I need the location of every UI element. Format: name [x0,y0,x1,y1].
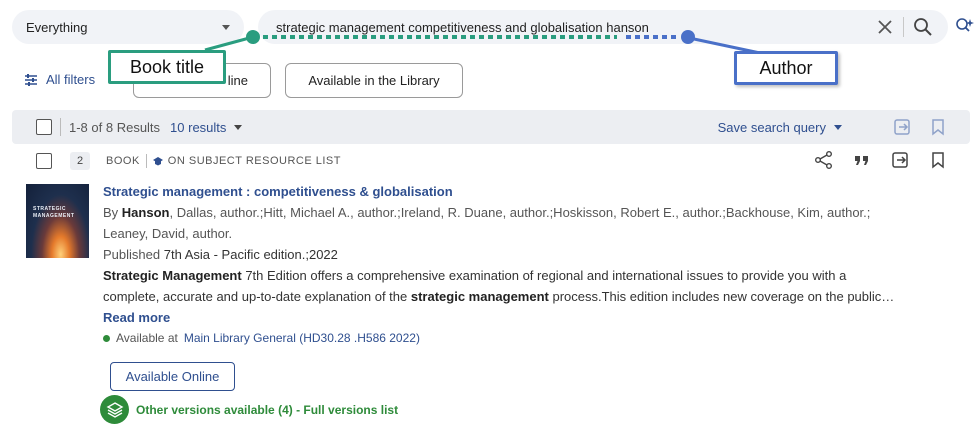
chevron-down-icon [234,124,243,130]
record-title-link[interactable]: Strategic management : competitiveness &… [103,184,453,199]
desc-text: process.This edition includes new covera… [548,289,895,304]
cover-text-line: MANAGEMENT [33,213,75,219]
chevron-down-icon [222,24,230,30]
desc-text: 7th Edition offers a comprehensive exami… [241,268,847,283]
subject-resource-list-badge: ON SUBJECT RESOURCE LIST [167,155,341,167]
record-published: Published 7th Asia - Pacific edition.;20… [103,244,913,265]
bookmark-icon[interactable] [928,150,948,170]
filter-available-online-label: line [227,73,248,88]
authors-line-1: , Dallas, author.;Hitt, Michael A., auth… [169,205,871,220]
share-icon[interactable] [814,150,834,170]
author-annotation: Author [734,51,838,85]
citation-quote-icon[interactable] [852,150,872,170]
chevron-down-icon [834,124,842,130]
desc-highlight: Strategic Management [103,268,242,283]
results-toolbar: 1-8 of 8 Results 10 results Save search … [12,110,970,144]
search-scope-select[interactable]: Everything [12,10,244,44]
other-versions-link[interactable]: Other versions available (4) - Full vers… [100,395,398,424]
search-divider [903,17,904,37]
record-description-line-2: complete, accurate and up-to-date explan… [103,286,913,307]
versions-layers-icon [100,395,129,424]
record-header: 2 BOOK ON SUBJECT RESOURCE LIST [12,150,970,172]
close-icon[interactable] [874,16,896,38]
authors-prefix: By [103,205,122,220]
export-icon[interactable] [892,117,912,137]
results-count: 1-8 of 8 Results [69,119,161,135]
filter-available-library[interactable]: Available in the Library [285,63,463,98]
availability-status: Available at Main Library General (HD30.… [103,328,913,349]
all-filters-button[interactable]: All filters [24,72,95,87]
desc-highlight: strategic management [410,289,549,304]
save-search-query-label: Save search query [717,119,826,135]
book-cover-thumbnail[interactable]: STRATEGIC MANAGEMENT [26,184,89,258]
authors-highlight: Hanson [121,205,170,220]
other-versions-label: Other versions available (4) - Full vers… [136,402,399,417]
filter-sliders-icon [25,73,37,86]
results-per-page-select[interactable]: 10 results [170,119,243,135]
export-icon[interactable] [890,150,910,170]
cover-text-line: STRATEGIC [33,206,67,212]
search-bar[interactable]: strategic management competitiveness and… [258,10,948,44]
record-number: 2 [70,152,90,170]
published-label: Published [103,247,161,262]
availability-label: Available at [116,331,178,345]
authors-line-2: Leaney, David, author. [103,226,233,241]
save-search-query-button[interactable]: Save search query [718,120,842,135]
record-authors: By Hanson, Dallas, author.;Hitt, Michael… [103,202,913,223]
all-filters-label: All filters [46,72,96,87]
availability-location-link[interactable]: Main Library General (HD30.28 .H586 2022… [184,328,420,349]
toolbar-divider [60,118,61,136]
record-checkbox[interactable] [36,153,52,169]
published-value: 7th Asia - Pacific edition.;2022 [163,247,338,262]
search-input[interactable]: strategic management competitiveness and… [276,20,649,35]
graduation-cap-icon [152,157,163,166]
available-online-button[interactable]: Available Online [110,362,235,391]
bookmark-icon[interactable] [928,117,948,137]
search-icon[interactable] [912,16,934,38]
desc-text: complete, accurate and up-to-date explan… [103,289,411,304]
record-header-divider [145,154,147,168]
results-per-page-value: 10 results [170,119,227,135]
record-actions [814,150,948,170]
record-type: BOOK [106,155,140,167]
book-title-annotation: Book title [108,50,226,84]
available-online-label: Available Online [125,369,220,384]
record-description-line-1: Strategic Management 7th Edition offers … [103,265,913,286]
search-scope-value: Everything [26,19,88,35]
available-status-dot [103,335,110,342]
record-details: Strategic management : competitiveness &… [103,181,913,349]
read-more-link[interactable]: Read more [103,310,170,325]
advanced-search-icon[interactable] [954,16,976,38]
filter-available-library-label: Available in the Library [308,73,440,88]
select-all-checkbox[interactable] [36,119,52,135]
